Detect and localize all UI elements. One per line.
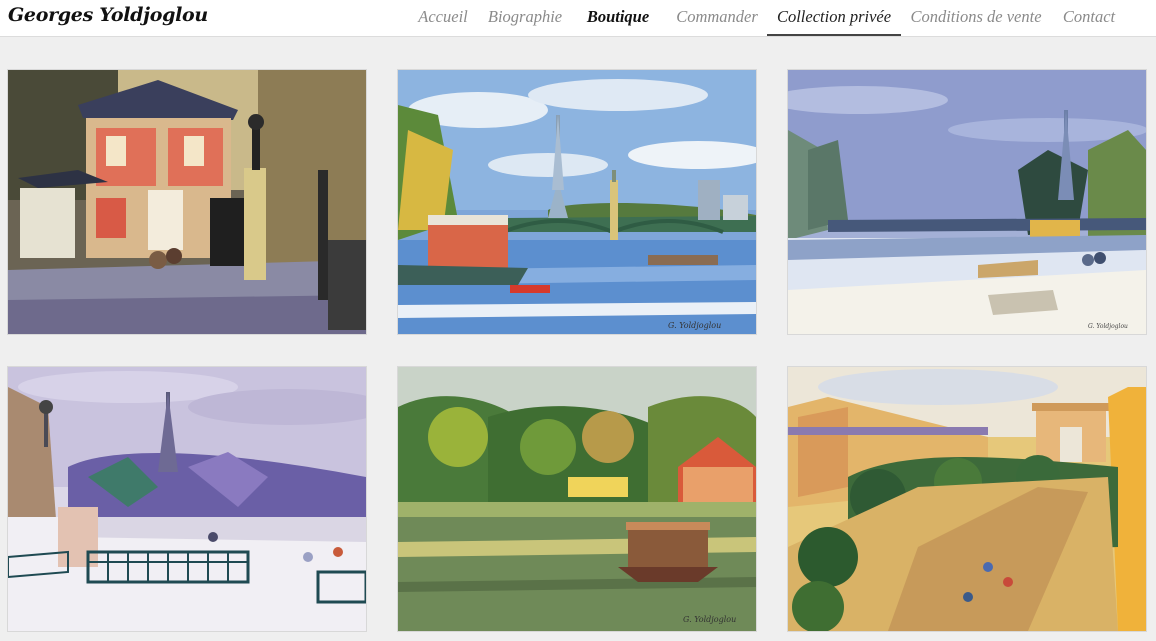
nav-collection-privee[interactable]: Collection privée [767, 0, 901, 36]
painting-trocadero-snow[interactable] [8, 367, 366, 631]
painting-seine-statue[interactable]: G. Yoldjoglou [398, 70, 756, 334]
nav-accueil[interactable]: Accueil [410, 0, 476, 36]
painting-pavilion[interactable] [8, 70, 366, 334]
nav-conditions-de-vente[interactable]: Conditions de vente [909, 0, 1043, 36]
svg-text:G. Yoldjoglou: G. Yoldjoglou [1088, 323, 1128, 330]
nav-commander[interactable]: Commander [671, 0, 763, 36]
painting-trocadero-snow-image [8, 367, 366, 631]
painting-seine-snow-image: G. Yoldjoglou [788, 70, 1146, 334]
painting-seine-statue-image: G. Yoldjoglou [398, 70, 756, 334]
svg-text:G. Yoldjoglou: G. Yoldjoglou [683, 615, 736, 624]
nav-boutique[interactable]: Boutique [582, 0, 654, 36]
painting-bois-boulogne-image: G. Yoldjoglou [398, 367, 756, 631]
site-logo[interactable]: Georges Yoldjoglou [8, 4, 208, 26]
nav-contact[interactable]: Contact [1058, 0, 1120, 36]
painting-pavilion-image [8, 70, 366, 334]
nav-biographie[interactable]: Biographie [483, 0, 567, 36]
top-navigation-bar: Georges Yoldjoglou Accueil Biographie Bo… [0, 0, 1156, 37]
painting-seine-snow[interactable]: G. Yoldjoglou [788, 70, 1146, 334]
painting-champs-elysees-image [788, 367, 1146, 631]
painting-bois-boulogne[interactable]: G. Yoldjoglou [398, 367, 756, 631]
svg-text:G. Yoldjoglou: G. Yoldjoglou [668, 321, 721, 330]
painting-champs-elysees[interactable] [788, 367, 1146, 631]
